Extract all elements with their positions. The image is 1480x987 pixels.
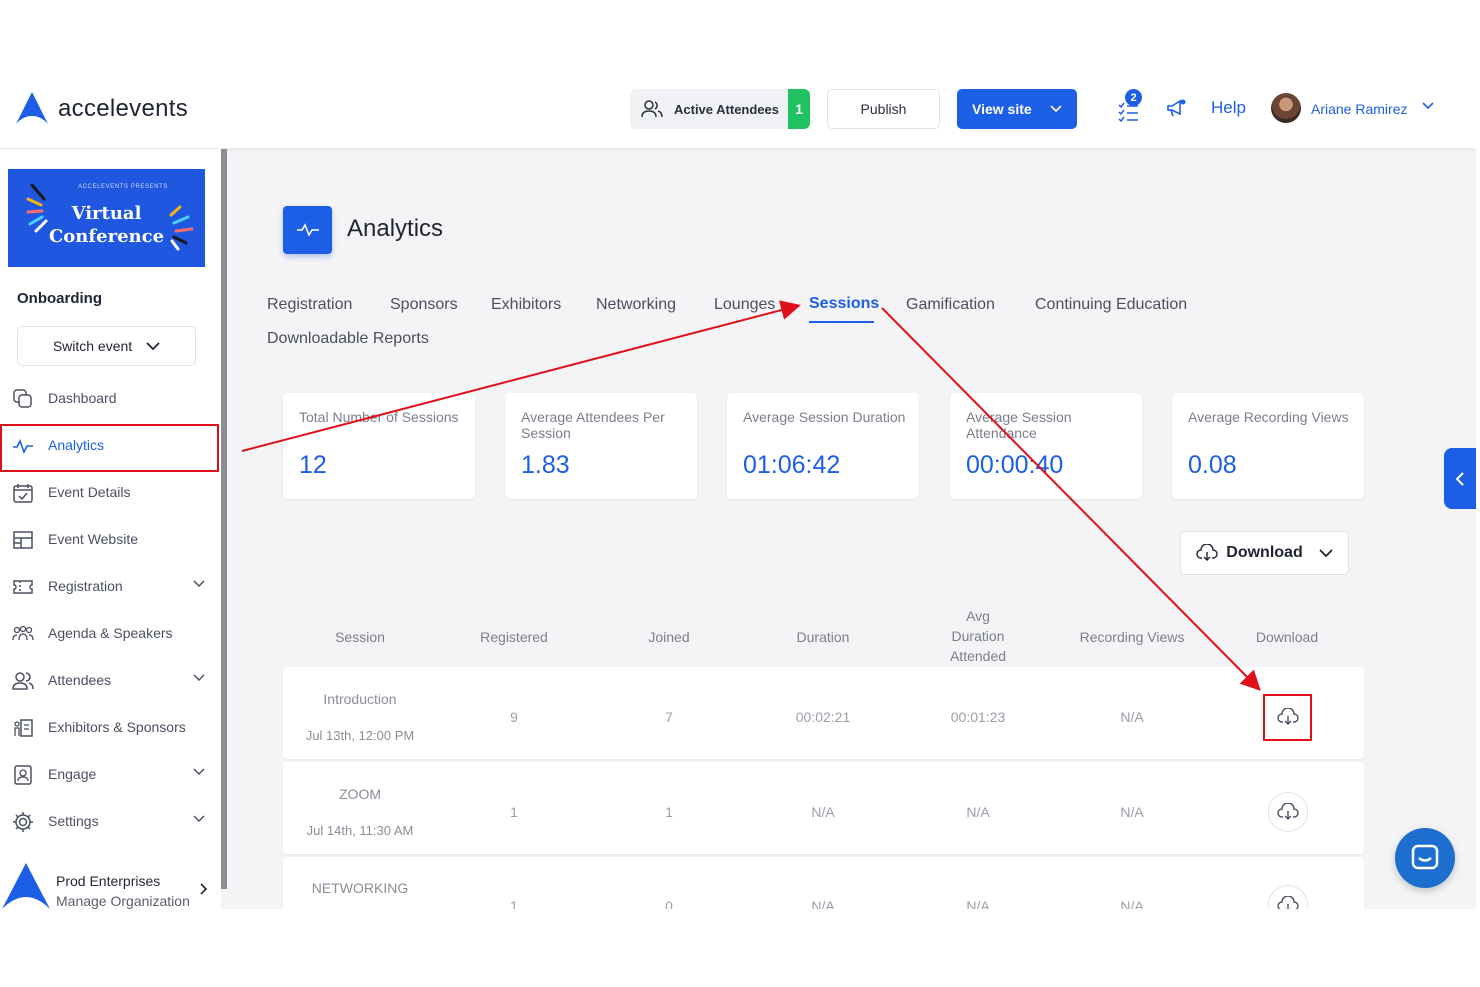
app-window: accelevents Active Attendees 1 Publish V… [0,76,1476,909]
annotation-arrow [881,307,1261,691]
annotation-arrow [241,300,801,452]
annotation-arrows [241,300,1261,691]
